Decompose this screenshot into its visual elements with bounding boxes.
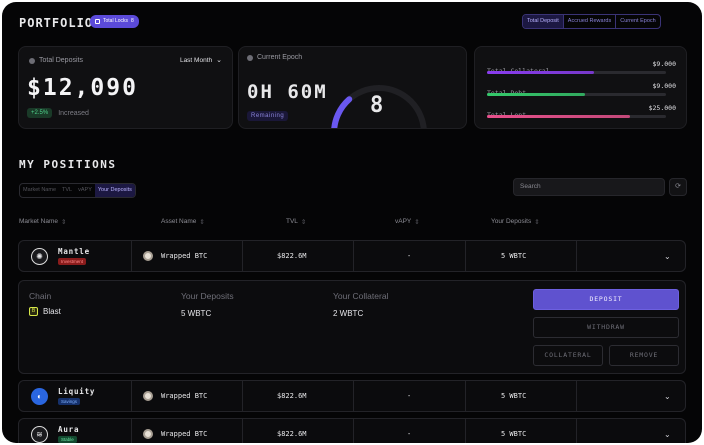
collateral-button[interactable]: COLLATERAL xyxy=(533,345,603,366)
total-deposits-card: Total Deposits Last Month ⌄ $12,090 +2.5… xyxy=(18,46,233,129)
badge-count: 8 xyxy=(131,18,134,24)
position-filters: Market Name TVL vAPY Your Deposits xyxy=(19,183,136,198)
blast-icon: B xyxy=(29,307,38,316)
table-row[interactable]: ≋ Aura Stable Wrapped BTC $822.6M - 5 WB… xyxy=(18,418,686,443)
market-tag: Stable xyxy=(58,436,77,443)
your-collateral-value: 2 WBTC xyxy=(333,309,364,318)
page-title: PORTFOLIO xyxy=(19,16,94,30)
change-badge: +2.5% xyxy=(27,108,53,118)
tab-current-epoch[interactable]: Current Epoch xyxy=(615,15,659,28)
tvl-value: $822.6M xyxy=(277,252,307,260)
col-tvl[interactable]: TVL ⇕ xyxy=(286,218,306,226)
deposits-value: 5 WBTC xyxy=(501,392,527,400)
chain-label: Chain xyxy=(29,291,52,301)
col-market-name[interactable]: Market Name ⇕ xyxy=(19,218,66,226)
vapy-value: - xyxy=(407,430,412,438)
wbtc-icon xyxy=(143,251,153,261)
market-tag: Savings xyxy=(58,398,81,405)
epoch-status: Remaining xyxy=(247,111,289,121)
vapy-value: - xyxy=(407,252,412,260)
tvl-value: $822.6M xyxy=(277,392,307,400)
tab-total-deposit[interactable]: Total Deposit xyxy=(523,15,563,28)
total-lent-value: $25.000 xyxy=(648,104,676,112)
tab-accrued-rewards[interactable]: Accrued Rewards xyxy=(562,15,615,28)
chevron-down-icon[interactable]: ⌄ xyxy=(664,381,671,411)
total-locks-badge[interactable]: Total Locks 8 xyxy=(90,15,139,28)
col-asset-name[interactable]: Asset Name ⇕ xyxy=(161,218,205,226)
positions-title: MY POSITIONS xyxy=(19,158,117,171)
mantle-logo-icon: ✺ xyxy=(31,247,48,265)
epoch-time: 0H 60M xyxy=(247,81,328,103)
search-input[interactable]: Search xyxy=(513,178,665,196)
total-lent-row: Total Lent $25.000 xyxy=(487,104,676,122)
wbtc-icon xyxy=(143,429,153,439)
liquity-logo-icon: ◐ xyxy=(31,387,48,405)
col-vapy[interactable]: vAPY ⇕ xyxy=(395,218,420,226)
lock-icon xyxy=(95,19,100,24)
withdraw-button[interactable]: WITHDRAW xyxy=(533,317,679,338)
asset-name: Wrapped BTC xyxy=(161,252,208,260)
app-window: PORTFOLIO Total Locks 8 Total Deposit Ac… xyxy=(2,2,702,443)
deposits-value: 5 WBTC xyxy=(501,252,527,260)
market-name: Aura xyxy=(58,425,80,434)
collateral-bar xyxy=(487,71,595,74)
col-your-deposits[interactable]: Your Deposits ⇕ xyxy=(491,218,540,226)
chain-value: Blast xyxy=(43,307,61,316)
current-epoch-card: Current Epoch 0H 60M Remaining 8 xyxy=(238,46,467,129)
filter-your-deposits[interactable]: Your Deposits xyxy=(94,184,135,197)
asset-name: Wrapped BTC xyxy=(161,392,208,400)
card-label: Total Deposits xyxy=(39,57,83,64)
your-deposits-label: Your Deposits xyxy=(181,291,234,301)
your-collateral-label: Your Collateral xyxy=(333,291,389,301)
lent-bar xyxy=(487,115,631,118)
aura-logo-icon: ≋ xyxy=(31,425,48,443)
market-name: Mantle xyxy=(58,247,90,256)
filter-tvl[interactable]: TVL xyxy=(59,184,75,197)
chevron-down-icon[interactable]: ⌄ xyxy=(664,419,671,443)
card-label: Current Epoch xyxy=(257,54,303,61)
badge-label: Total Locks xyxy=(103,18,129,24)
summary-tabs: Total Deposit Accrued Rewards Current Ep… xyxy=(522,14,661,29)
remove-button[interactable]: REMOVE xyxy=(609,345,679,366)
total-deposits-amount: $12,090 xyxy=(27,75,138,101)
period-select[interactable]: Last Month ⌄ xyxy=(179,56,222,65)
deposits-value: 5 WBTC xyxy=(501,430,527,438)
totals-card: Total Collateral $9.000 Total Debt $9.00… xyxy=(474,46,687,129)
chevron-down-icon: ⌄ xyxy=(216,57,222,64)
deposit-button[interactable]: DEPOSIT xyxy=(533,289,679,310)
change-text: Increased xyxy=(58,109,89,117)
asset-name: Wrapped BTC xyxy=(161,430,208,438)
your-deposits-value: 5 WBTC xyxy=(181,309,212,318)
total-debt-row: Total Debt $9.000 xyxy=(487,82,676,100)
market-tag: Investment xyxy=(58,258,87,265)
total-debt-value: $9.000 xyxy=(652,82,676,90)
tvl-value: $822.6M xyxy=(277,430,307,438)
filter-vapy[interactable]: vAPY xyxy=(75,184,95,197)
epoch-number: 8 xyxy=(370,93,384,118)
market-name: Liquity xyxy=(58,387,96,396)
total-collateral-row: Total Collateral $9.000 xyxy=(487,60,676,78)
wbtc-icon xyxy=(143,391,153,401)
filter-market-name[interactable]: Market Name xyxy=(20,184,59,197)
info-icon xyxy=(247,54,253,61)
table-row[interactable]: ◐ Liquity Savings Wrapped BTC $822.6M - … xyxy=(18,380,686,412)
debt-bar xyxy=(487,93,586,96)
period-value: Last Month xyxy=(179,56,213,64)
position-details: Chain B Blast Your Deposits 5 WBTC Your … xyxy=(18,280,686,374)
chevron-down-icon[interactable]: ⌄ xyxy=(664,241,671,271)
refresh-icon[interactable]: ⟳ xyxy=(669,178,687,196)
table-row[interactable]: ✺ Mantle Investment Wrapped BTC $822.6M … xyxy=(18,240,686,272)
total-collateral-value: $9.000 xyxy=(652,60,676,68)
info-icon xyxy=(29,57,35,64)
vapy-value: - xyxy=(407,392,412,400)
